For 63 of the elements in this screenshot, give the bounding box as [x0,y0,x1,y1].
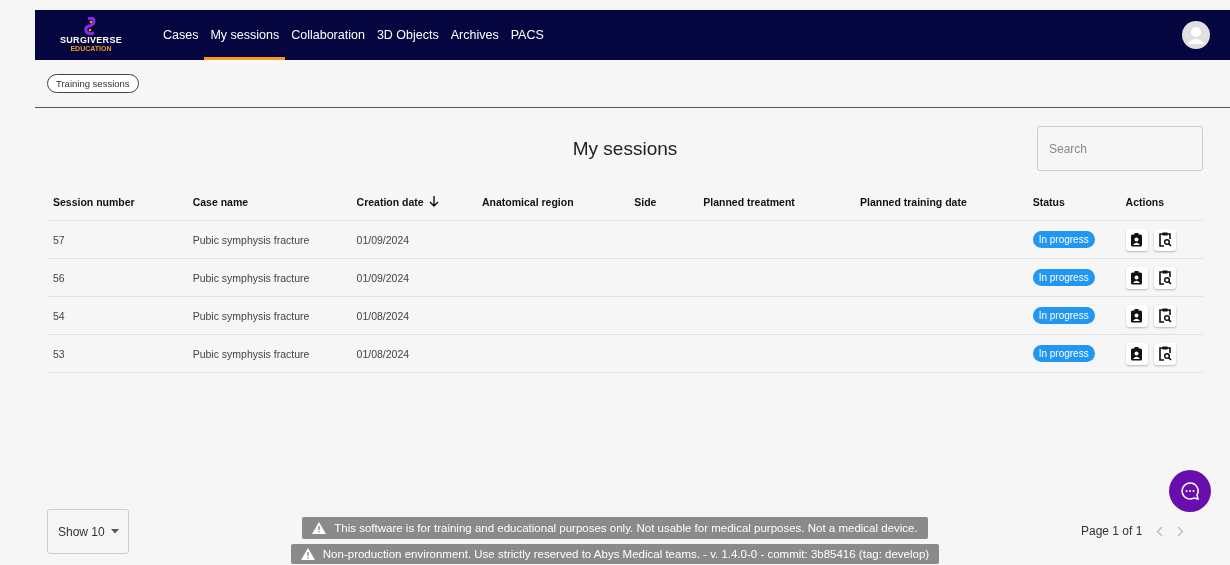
column-header: Planned training date [860,195,967,208]
clipboard-search-icon [1157,232,1172,247]
column-header: Actions [1125,195,1165,208]
table-cell: 54 [47,296,187,335]
person-badge-icon [1130,308,1144,323]
table-cell: Pubic symphysis fracture [186,296,351,335]
filter-chip[interactable]: Training sessions [47,73,139,93]
nav-tab[interactable]: 3D Objects [370,13,445,60]
column-header: Planned treatment [703,195,795,208]
nav-tab[interactable]: Cases [157,13,205,60]
profile-button[interactable] [1125,304,1148,327]
warning-toast: Non-production environment. Use strictly reserved to Abys Medical teams. - v. 1.4.0-0 - commit: 3b85416 (tag: develop) [290,544,940,564]
status-badge: In progress [1032,307,1095,324]
page-size-select[interactable]: Show 10 [47,509,129,554]
logo-icon [84,17,98,35]
table-cell: 01/09/2024 [350,220,476,259]
table-cell: Pubic symphysis fracture [186,334,351,373]
status-badge: In progress [1032,345,1095,362]
nav-tab[interactable]: Archives [444,13,505,60]
view-button[interactable] [1153,266,1176,289]
column-header[interactable]: Creation date [356,195,424,208]
column-header: Anatomical region [482,195,574,208]
person-badge-icon [1130,232,1144,247]
profile-button[interactable] [1125,228,1148,251]
avatar-icon[interactable] [1182,21,1210,49]
chat-button[interactable] [1169,470,1211,512]
clipboard-search-icon [1157,308,1172,323]
table-cell: 56 [47,258,187,297]
column-header: Case name [192,195,249,208]
view-button[interactable] [1153,228,1176,251]
status-badge: In progress [1032,269,1095,286]
table-cell: Pubic symphysis fracture [186,220,351,259]
table-cell: 57 [47,220,187,259]
table-cell: 53 [47,334,187,373]
view-button[interactable] [1153,304,1176,327]
clipboard-search-icon [1157,270,1172,285]
person-badge-icon [1130,270,1144,285]
page-title: My sessions [572,137,678,160]
status-badge: In progress [1032,231,1095,248]
nav-tab[interactable]: Collaboration [285,13,371,60]
page-indicator: Page 1 of 1 [1081,524,1143,538]
column-header: Side [634,195,657,208]
profile-button[interactable] [1125,266,1148,289]
nav-tab[interactable]: PACS [504,13,550,60]
dropdown-caret-icon [110,529,119,534]
warning-toast: This software is for training and educational purposes only. Not usable for medical purposes. Not a medical device. [302,517,928,539]
column-header: Status [1032,195,1065,208]
logo-text: SURGIVERSE [60,35,122,45]
table-cell: 01/08/2024 [350,334,476,373]
warning-icon [300,548,315,560]
profile-button[interactable] [1125,342,1148,365]
search-field[interactable]: Search [1037,126,1203,171]
table-cell: Pubic symphysis fracture [186,258,351,297]
nav-tab[interactable]: My sessions [204,13,286,60]
chat-icon [1180,481,1200,501]
clipboard-search-icon [1157,346,1172,361]
table-cell: 01/08/2024 [350,296,476,335]
view-button[interactable] [1153,342,1176,365]
column-header: Session number [53,195,135,208]
warning-icon [312,522,327,534]
person-badge-icon [1130,346,1144,361]
table-cell: 01/09/2024 [350,258,476,297]
sort-down-icon[interactable] [428,196,439,207]
